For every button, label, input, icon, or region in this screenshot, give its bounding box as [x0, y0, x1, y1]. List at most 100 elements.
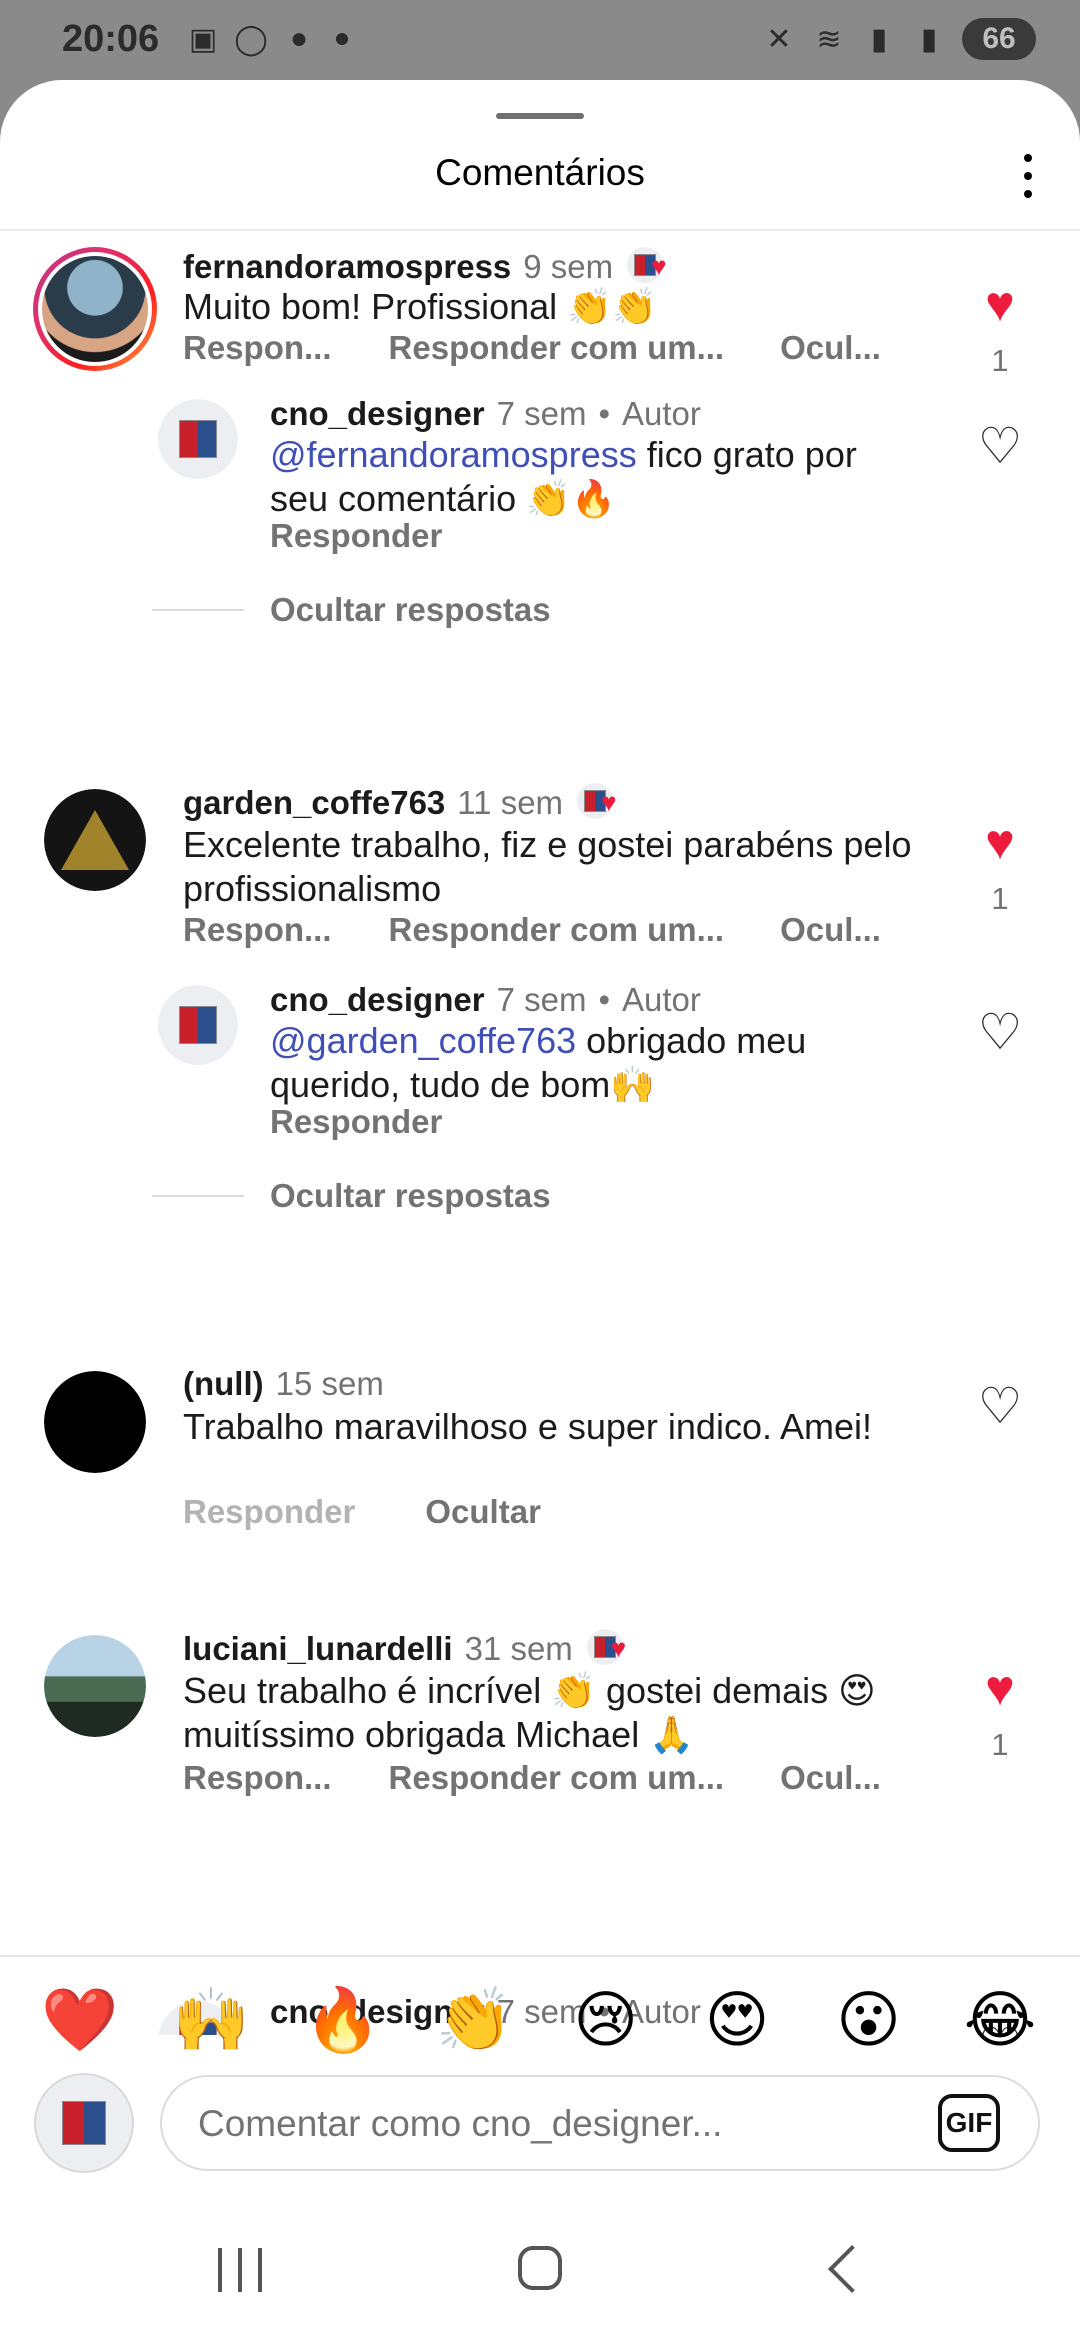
- drag-handle[interactable]: [496, 113, 584, 119]
- emoji-quick-bar: ❤️ 🙌 🔥 👏 😢 😍 😮 😂: [40, 1985, 1040, 2055]
- chat-icon: ●: [289, 22, 309, 55]
- username[interactable]: fernandoramospress: [183, 248, 511, 286]
- hide-button[interactable]: Ocultar: [425, 1493, 541, 1531]
- reply-button[interactable]: Responder: [270, 517, 442, 555]
- comment-item: garden_coffe763 11 sem ♥ Excelente traba…: [0, 771, 1080, 948]
- comment-text: Trabalho maravilhoso e super indico. Ame…: [183, 1406, 873, 1447]
- hide-button[interactable]: Ocul...: [780, 329, 881, 367]
- reply-button[interactable]: Respon...: [183, 329, 332, 367]
- comment-item: fernandoramospress 9 sem ♥ Muito bom! Pr…: [0, 231, 1080, 381]
- liked-by-author-badge: ♥: [577, 783, 617, 823]
- comment-header: cno_designer 7 sem • Autor: [270, 981, 701, 1019]
- page-title: Comentários: [435, 152, 645, 193]
- hide-replies-toggle[interactable]: Ocultar respostas: [152, 1177, 551, 1215]
- timestamp: 7 sem: [496, 981, 587, 1018]
- more-options-icon[interactable]: [1022, 154, 1034, 198]
- mention-link[interactable]: @fernandoramospress: [270, 434, 637, 475]
- emoji-laughing-button[interactable]: 😂: [960, 1985, 1040, 2055]
- emoji-clap-button[interactable]: 👏: [434, 1985, 514, 2055]
- timestamp: 7 sem: [496, 395, 587, 432]
- recents-icon[interactable]: [218, 2248, 262, 2292]
- emoji-heart-button[interactable]: ❤️: [40, 1985, 120, 2055]
- author-label: Autor: [622, 981, 701, 1018]
- reply-button[interactable]: Responder: [270, 1103, 442, 1141]
- comment-text: Seu trabalho é incrível 👏 gostei demais …: [183, 1670, 876, 1755]
- mention-link[interactable]: @garden_coffe763: [270, 1020, 576, 1061]
- emoji-fire-button[interactable]: 🔥: [303, 1985, 383, 2055]
- hide-button[interactable]: Ocul...: [780, 911, 881, 949]
- comment-text: @garden_coffe763 obrigado meu querido, t…: [270, 1020, 807, 1105]
- heart-outline-icon[interactable]: ♡: [970, 421, 1030, 471]
- username[interactable]: luciani_lunardelli: [183, 1630, 453, 1668]
- heart-filled-icon[interactable]: ♥: [970, 1663, 1030, 1713]
- back-icon[interactable]: [827, 2244, 877, 2294]
- like-count: 1: [991, 343, 1009, 378]
- emoji-crying-button[interactable]: 😢: [566, 1985, 646, 2055]
- like-count: 1: [991, 881, 1009, 916]
- like-control[interactable]: ♡: [970, 421, 1030, 471]
- reply-item: cno_designer 7 sem • Autor @garden_coffe…: [0, 967, 1080, 1267]
- username[interactable]: cno_designer: [270, 981, 485, 1019]
- status-right-icons: ✕ ≋ ▮ ▮ 66: [762, 18, 1036, 60]
- avatar[interactable]: [158, 985, 238, 1065]
- username[interactable]: cno_designer: [270, 395, 485, 433]
- heart-outline-icon[interactable]: ♡: [970, 1007, 1030, 1057]
- heart-outline-icon[interactable]: ♡: [970, 1381, 1030, 1431]
- comments-list[interactable]: fernandoramospress 9 sem ♥ Muito bom! Pr…: [0, 231, 1080, 2035]
- author-label: Autor: [622, 395, 701, 432]
- dot-icon: [336, 33, 348, 45]
- heart-filled-icon[interactable]: ♥: [970, 817, 1030, 867]
- timestamp: 31 sem: [464, 1630, 573, 1667]
- avatar[interactable]: [44, 1635, 146, 1737]
- reply-button[interactable]: Respon...: [183, 1759, 332, 1797]
- comment-text: @fernandoramospress fico grato por seu c…: [270, 434, 857, 519]
- comment-header: cno_designer 7 sem • Autor: [270, 395, 701, 433]
- gif-button[interactable]: GIF: [938, 2094, 1000, 2152]
- like-control[interactable]: ♡: [970, 1007, 1030, 1057]
- mute-icon: ✕: [766, 22, 792, 56]
- wifi-icon: ≋: [816, 22, 842, 56]
- emoji-surprised-button[interactable]: 😮: [829, 1985, 909, 2055]
- comment-header: luciani_lunardelli 31 sem ♥: [183, 1629, 627, 1669]
- like-control[interactable]: ♡: [970, 1381, 1030, 1431]
- heart-icon: ♥: [610, 1633, 627, 1663]
- comment-header: (null) 15 sem: [183, 1365, 384, 1403]
- comments-sheet: Comentários fernandoramospress 9 sem ♥ M…: [0, 80, 1080, 2340]
- comment-header: garden_coffe763 11 sem ♥: [183, 783, 617, 823]
- avatar[interactable]: [33, 247, 157, 371]
- emoji-heart-eyes-button[interactable]: 😍: [697, 1985, 777, 2055]
- comment-actions: Respon... Responder com um... Ocul...: [183, 1759, 881, 1797]
- hide-replies-toggle[interactable]: Ocultar respostas: [152, 591, 551, 629]
- hide-button[interactable]: Ocul...: [780, 1759, 881, 1797]
- avatar[interactable]: [158, 399, 238, 479]
- timestamp: 9 sem: [523, 248, 614, 285]
- comment-header: fernandoramospress 9 sem ♥: [183, 247, 667, 287]
- like-control[interactable]: ♥ 1: [970, 817, 1030, 917]
- status-bar: 20:06 ▣ ◯ ● ✕ ≋ ▮ ▮ 66: [0, 0, 1080, 80]
- emoji-raised-hands-button[interactable]: 🙌: [171, 1985, 251, 2055]
- screenshot-icon: ▣: [188, 22, 218, 56]
- reply-button[interactable]: Respon...: [183, 911, 332, 949]
- reply-with-sticker-button[interactable]: Responder com um...: [389, 911, 725, 949]
- username[interactable]: (null): [183, 1365, 264, 1403]
- like-control[interactable]: ♥ 1: [970, 279, 1030, 379]
- reply-with-sticker-button[interactable]: Responder com um...: [389, 329, 725, 367]
- timestamp: 11 sem: [457, 784, 564, 821]
- avatar[interactable]: [44, 1371, 146, 1473]
- comment-composer: GIF: [160, 2075, 1040, 2171]
- comment-item: luciani_lunardelli 31 sem ♥ Seu trabalho…: [0, 1619, 1080, 1796]
- reply-with-sticker-button[interactable]: Responder com um...: [389, 1759, 725, 1797]
- heart-filled-icon[interactable]: ♥: [970, 279, 1030, 329]
- username[interactable]: garden_coffe763: [183, 784, 445, 822]
- liked-by-author-badge: ♥: [627, 247, 667, 287]
- system-nav-bar: [0, 2220, 1080, 2320]
- like-count: 1: [991, 1727, 1009, 1762]
- home-icon[interactable]: [518, 2246, 562, 2290]
- timestamp: 15 sem: [275, 1365, 384, 1402]
- avatar[interactable]: [44, 789, 146, 891]
- comment-input[interactable]: [196, 2099, 900, 2149]
- reply-button[interactable]: Responder: [183, 1493, 355, 1531]
- comment-actions: Respon... Responder com um... Ocul...: [183, 911, 881, 949]
- battery-indicator: 66: [962, 18, 1036, 60]
- like-control[interactable]: ♥ 1: [970, 1663, 1030, 1763]
